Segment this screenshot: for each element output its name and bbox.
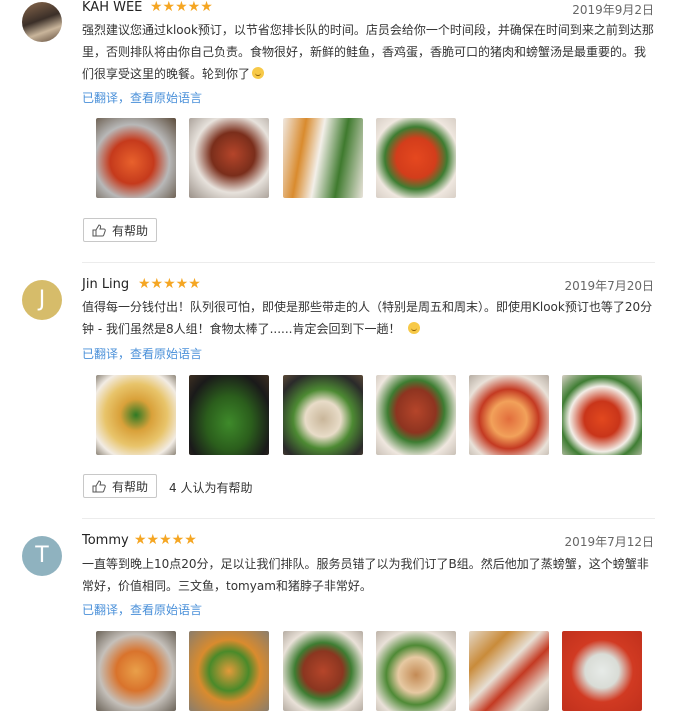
helpful-button[interactable]: 有帮助 — [83, 474, 157, 498]
helpful-button[interactable]: 有帮助 — [83, 218, 157, 242]
food-photo[interactable] — [376, 631, 456, 711]
divider — [82, 262, 655, 263]
helpful-count: 4 人认为有帮助 — [169, 481, 253, 495]
review-text-content: 强烈建议您通过klook预订，以节省您排长队的时间。店员会给你一个时间段，并确保… — [82, 23, 654, 81]
divider — [82, 518, 655, 519]
food-photo[interactable] — [562, 375, 642, 455]
review-text-content: 值得每一分钱付出！队列很可怕，即使是那些带走的人（特别是周五和周末）。即使用Kl… — [82, 300, 653, 336]
food-photo[interactable] — [469, 631, 549, 711]
review-text: 强烈建议您通过klook预订，以节省您排长队的时间。店员会给你一个时间段，并确保… — [82, 19, 654, 85]
food-photo[interactable] — [96, 118, 176, 198]
food-photo[interactable] — [469, 375, 549, 455]
food-photo[interactable] — [189, 375, 269, 455]
review-date: 2019年9月2日 — [572, 3, 654, 17]
rating-stars: ★★★★★ — [134, 532, 197, 548]
smile-emoji-icon — [408, 322, 421, 334]
reviewer-name: Jin Ling — [82, 277, 130, 292]
food-photo[interactable] — [376, 375, 456, 455]
rating-stars: ★★★★★ — [150, 0, 213, 15]
avatar[interactable]: J — [22, 280, 62, 320]
view-original-link[interactable]: 已翻译，查看原始语言 — [82, 89, 202, 106]
reviewer-name: Tommy — [82, 533, 129, 548]
food-photo[interactable] — [283, 631, 363, 711]
rating-stars: ★★★★★ — [138, 276, 201, 292]
food-photo[interactable] — [376, 118, 456, 198]
food-photo[interactable] — [283, 375, 363, 455]
helpful-label: 有帮助 — [111, 479, 148, 494]
review-text: 值得每一分钱付出！队列很可怕，即使是那些带走的人（特别是周五和周末）。即使用Kl… — [82, 296, 654, 340]
review-date: 2019年7月20日 — [564, 279, 654, 293]
view-original-link[interactable]: 已翻译，查看原始语言 — [82, 601, 202, 618]
reviewer-name: KAH WEE — [82, 0, 143, 15]
smile-emoji-icon — [252, 67, 265, 79]
thumbs-up-icon — [92, 223, 106, 236]
review-date: 2019年7月12日 — [564, 535, 654, 549]
review-text: 一直等到晚上10点20分，足以让我们排队。服务员错了以为我们订了B组。然后他加了… — [82, 557, 649, 593]
food-photo[interactable] — [283, 118, 363, 198]
helpful-label: 有帮助 — [111, 223, 148, 238]
food-photo[interactable] — [189, 631, 269, 711]
view-original-link[interactable]: 已翻译，查看原始语言 — [82, 345, 202, 362]
food-photo[interactable] — [189, 118, 269, 198]
food-photo[interactable] — [562, 631, 642, 711]
avatar[interactable] — [22, 2, 62, 42]
food-photo[interactable] — [96, 631, 176, 711]
avatar[interactable]: T — [22, 536, 62, 576]
thumbs-up-icon — [92, 479, 106, 492]
food-photo[interactable] — [96, 375, 176, 455]
